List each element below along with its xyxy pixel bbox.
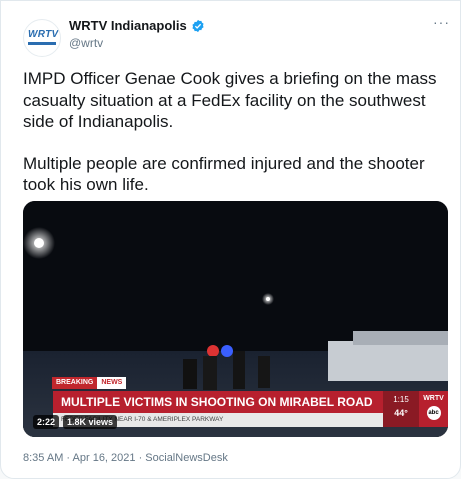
breaking-news-tag: BREAKING NEWS (52, 377, 127, 389)
weather-box: 1:15 44° (383, 391, 419, 427)
verified-icon (192, 19, 204, 32)
tweet-paragraph-1: IMPD Officer Genae Cook gives a briefing… (23, 69, 437, 131)
avatar[interactable]: WRTV (23, 19, 61, 57)
tweet-paragraph-2: Multiple people are confirmed injured an… (23, 153, 425, 195)
video-duration: 2:22 (33, 415, 60, 429)
station-logo: WRTV abc (419, 391, 448, 427)
author-name[interactable]: WRTV Indianapolis (69, 18, 187, 33)
video-player[interactable]: BREAKING NEWS MULTIPLE VICTIMS IN SHOOTI… (23, 201, 448, 437)
news-label: NEWS (97, 377, 127, 389)
video-views: 1.8K views (63, 415, 118, 429)
network-logo: abc (426, 406, 441, 420)
station-logo-text: WRTV (423, 395, 444, 402)
avatar-logo-text: WRTV (28, 29, 59, 40)
temperature-text: 44° (394, 408, 408, 418)
breaking-label: BREAKING (52, 377, 98, 389)
author-row: WRTV Indianapolis (69, 18, 205, 33)
tweet-text: IMPD Officer Genae Cook gives a briefing… (23, 68, 443, 216)
video-badges: 2:22 1.8K views (33, 415, 118, 429)
more-options-icon[interactable]: ··· (433, 14, 450, 30)
author-handle[interactable]: @wrtv (69, 36, 103, 50)
clock-text: 1:15 (393, 395, 409, 404)
tweet-timestamp[interactable]: 8:35 AM · Apr 16, 2021 · SocialNewsDesk (23, 452, 228, 464)
news-headline: MULTIPLE VICTIMS IN SHOOTING ON MIRABEL … (53, 391, 383, 413)
avatar-logo-bar (28, 42, 56, 45)
tweet-card: WRTV WRTV Indianapolis @wrtv ··· IMPD Of… (0, 0, 461, 479)
